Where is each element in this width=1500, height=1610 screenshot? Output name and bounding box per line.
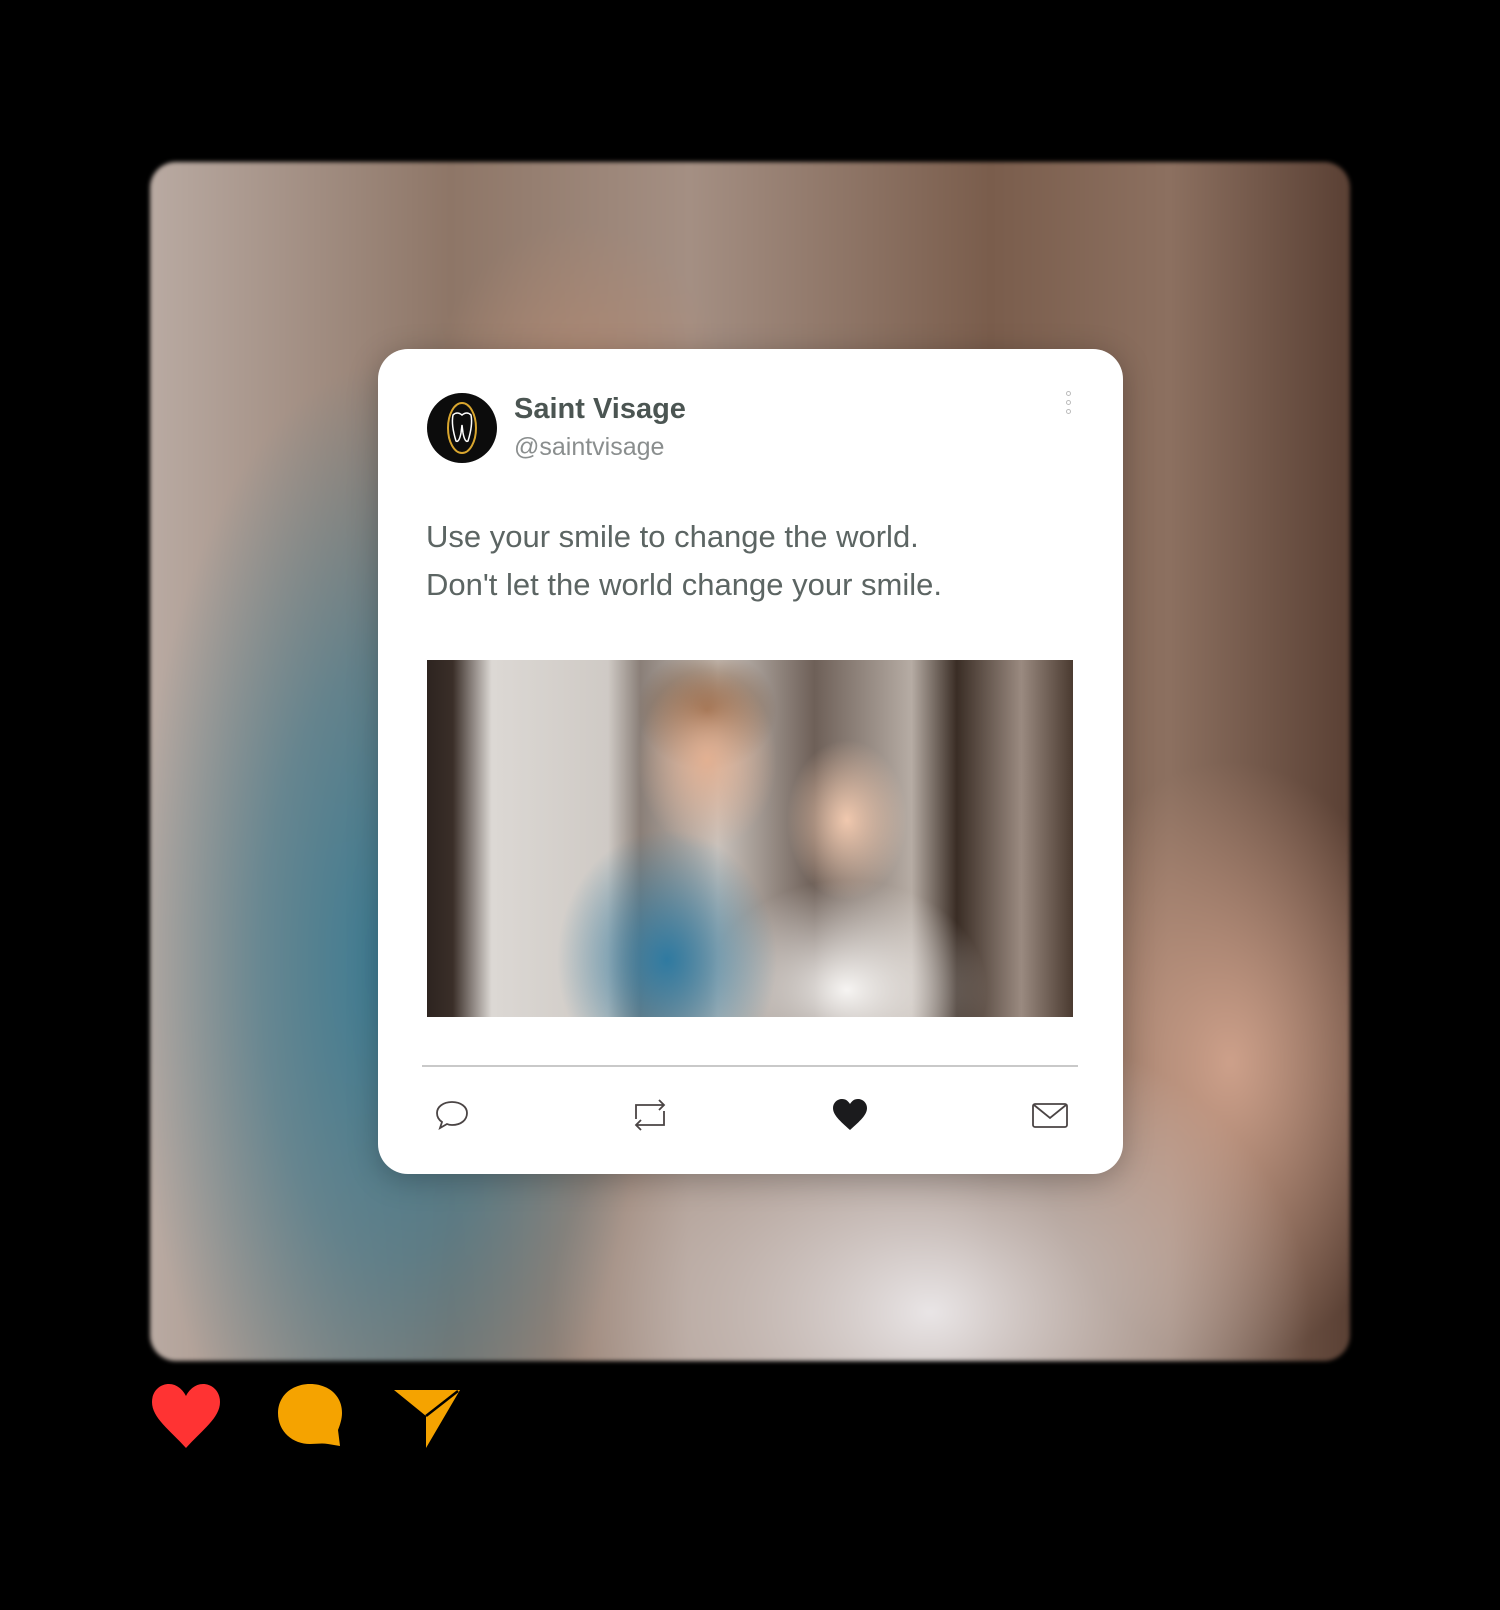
comment-icon (436, 1101, 468, 1130)
like-button[interactable] (830, 1095, 870, 1135)
heart-filled-icon (833, 1099, 867, 1130)
account-name[interactable]: Saint Visage (514, 393, 686, 426)
send-button[interactable] (392, 1382, 464, 1450)
account-handle[interactable]: @saintvisage (514, 433, 664, 462)
speech-bubble-icon (278, 1384, 342, 1446)
avatar[interactable] (427, 393, 497, 463)
comment-button-orange[interactable] (276, 1382, 348, 1450)
like-button-red[interactable] (150, 1382, 222, 1450)
mail-icon (1032, 1103, 1068, 1128)
heart-icon (152, 1384, 220, 1448)
post-text: Use your smile to change the world. Don'… (426, 513, 942, 609)
post-text-line: Use your smile to change the world. (426, 519, 919, 554)
vertical-dots-icon[interactable] (1064, 391, 1072, 421)
paper-plane-icon (394, 1390, 460, 1448)
divider (422, 1065, 1078, 1067)
post-photo[interactable] (427, 660, 1073, 1017)
message-button[interactable] (1030, 1095, 1070, 1135)
retweet-button[interactable] (630, 1095, 670, 1135)
retweet-icon (634, 1099, 666, 1131)
comment-button[interactable] (432, 1095, 472, 1135)
post-card: Saint Visage @saintvisage Use your smile… (378, 349, 1123, 1174)
tooth-logo-icon (447, 402, 477, 454)
post-text-line: Don't let the world change your smile. (426, 567, 942, 602)
